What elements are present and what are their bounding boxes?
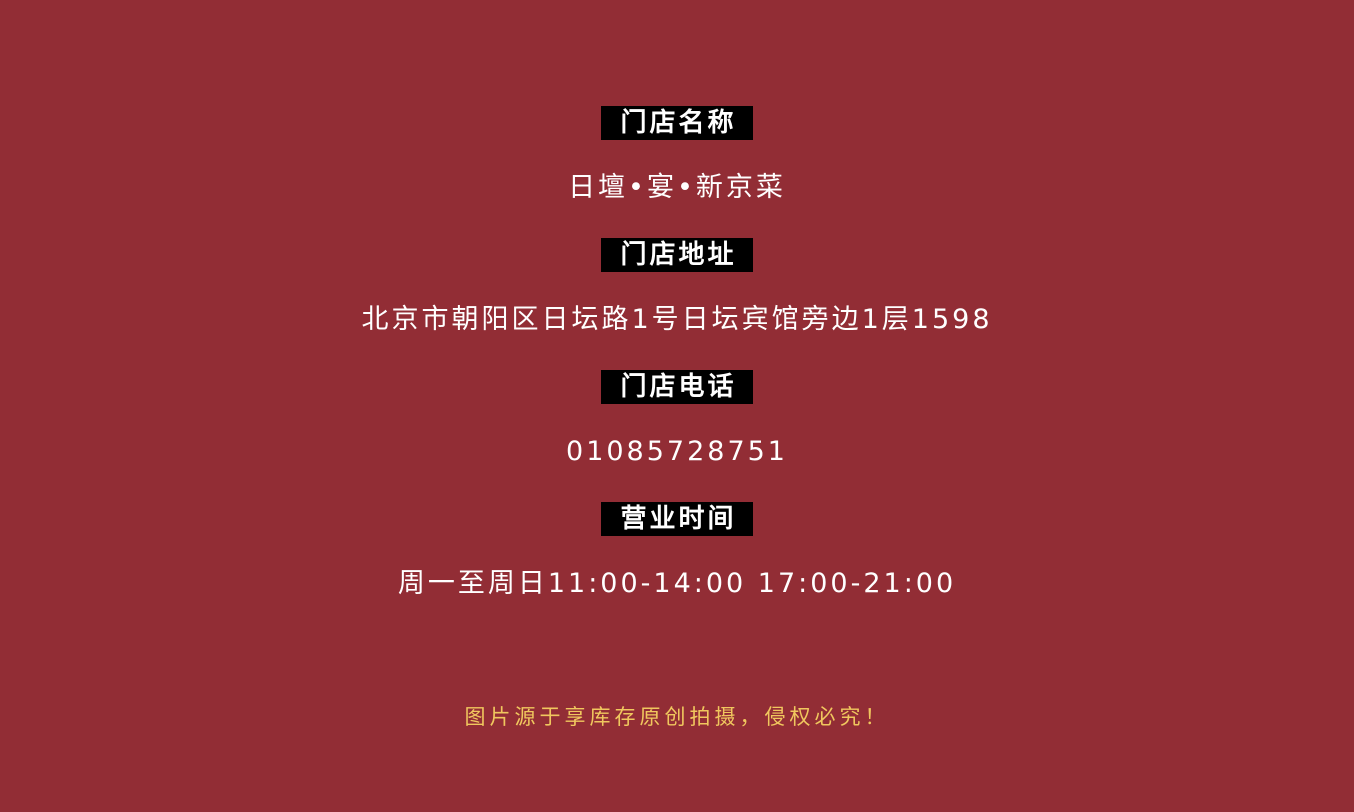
store-hours-value-row: 周一至周日11:00-14:00 17:00-21:00	[0, 567, 1354, 601]
store-hours-label: 营业时间	[601, 502, 753, 536]
store-name-value: 日壇•宴•新京菜	[568, 172, 786, 203]
store-address-value: 北京市朝阳区日坛路1号日坛宾馆旁边1层1598	[361, 304, 993, 335]
store-name-section: 门店名称	[0, 106, 1354, 140]
copyright-notice-row: 图片源于享库存原创拍摄，侵权必究！	[0, 703, 1354, 731]
store-address-value-row: 北京市朝阳区日坛路1号日坛宾馆旁边1层1598	[0, 303, 1354, 337]
store-hours-section: 营业时间	[0, 502, 1354, 536]
store-phone-section: 门店电话	[0, 370, 1354, 404]
store-hours-value: 周一至周日11:00-14:00 17:00-21:00	[397, 568, 957, 599]
store-phone-value-row: 01085728751	[0, 435, 1354, 469]
store-address-label: 门店地址	[601, 238, 753, 272]
store-phone-label: 门店电话	[601, 370, 753, 404]
store-name-value-row: 日壇•宴•新京菜	[0, 171, 1354, 205]
store-phone-value: 01085728751	[566, 436, 788, 467]
store-name-label: 门店名称	[601, 106, 753, 140]
copyright-notice: 图片源于享库存原创拍摄，侵权必究！	[464, 705, 890, 729]
store-address-section: 门店地址	[0, 238, 1354, 272]
